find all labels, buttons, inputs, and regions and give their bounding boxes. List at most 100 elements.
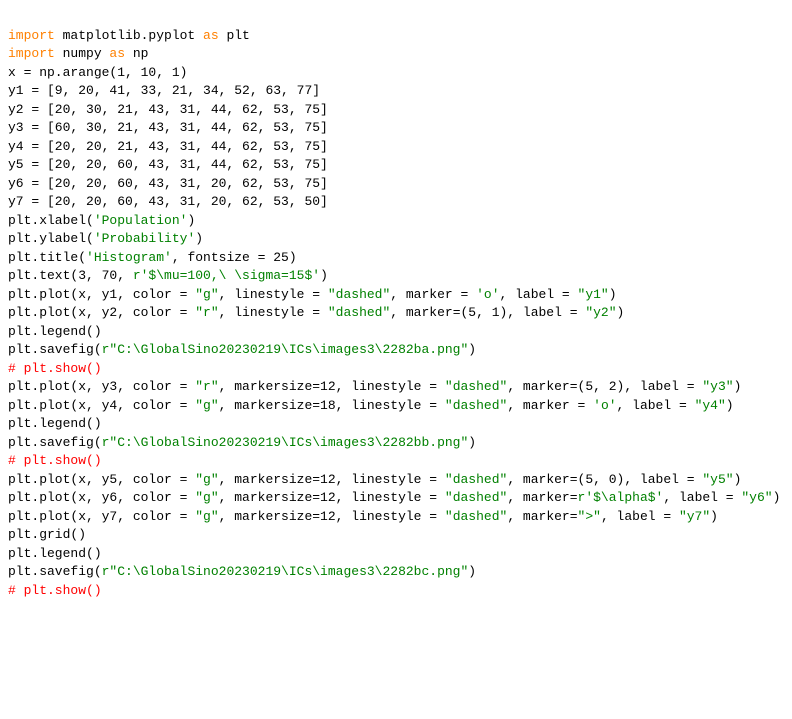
code-token: plt.text(3, 70, bbox=[8, 268, 133, 283]
code-token: "r" bbox=[195, 379, 218, 394]
code-line: y3 = [60, 30, 21, 43, 31, 44, 62, 53, 75… bbox=[8, 119, 784, 138]
code-token: r"C:\GlobalSino20230219\ICs\images3\2282… bbox=[102, 435, 469, 450]
code-token: , marker = bbox=[507, 398, 593, 413]
code-token: plt.legend() bbox=[8, 324, 102, 339]
code-line: x = np.arange(1, 10, 1) bbox=[8, 64, 784, 83]
code-line: y4 = [20, 20, 21, 43, 31, 44, 62, 53, 75… bbox=[8, 138, 784, 157]
code-token: plt.legend() bbox=[8, 416, 102, 431]
code-line: y2 = [20, 30, 21, 43, 31, 44, 62, 53, 75… bbox=[8, 101, 784, 120]
code-line: y5 = [20, 20, 60, 43, 31, 44, 62, 53, 75… bbox=[8, 156, 784, 175]
code-token: # plt.show() bbox=[8, 583, 102, 598]
code-line: plt.ylabel('Probability') bbox=[8, 230, 784, 249]
code-token: y3 = [60, 30, 21, 43, 31, 44, 62, 53, 75… bbox=[8, 120, 328, 135]
code-line: plt.plot(x, y1, color = "g", linestyle =… bbox=[8, 286, 784, 305]
code-line: plt.plot(x, y7, color = "g", markersize=… bbox=[8, 508, 784, 527]
code-token: ) bbox=[468, 435, 476, 450]
code-token: , linestyle = bbox=[219, 287, 328, 302]
code-line: # plt.show() bbox=[8, 452, 784, 471]
code-token: plt.savefig( bbox=[8, 342, 102, 357]
code-line: plt.plot(x, y4, color = "g", markersize=… bbox=[8, 397, 784, 416]
code-token: , marker = bbox=[390, 287, 476, 302]
code-token: plt.plot(x, y4, color = bbox=[8, 398, 195, 413]
code-token: "dashed" bbox=[445, 379, 507, 394]
code-token: ">" bbox=[578, 509, 601, 524]
code-token: , label = bbox=[500, 287, 578, 302]
code-token: , markersize=12, linestyle = bbox=[219, 490, 445, 505]
code-line: plt.plot(x, y2, color = "r", linestyle =… bbox=[8, 304, 784, 323]
code-line: plt.legend() bbox=[8, 415, 784, 434]
code-token: 'Population' bbox=[94, 213, 188, 228]
code-token: r'$\alpha$' bbox=[578, 490, 664, 505]
code-token: numpy bbox=[55, 46, 110, 61]
code-token: 'Probability' bbox=[94, 231, 195, 246]
code-token: plt.plot(x, y2, color = bbox=[8, 305, 195, 320]
code-line: plt.text(3, 70, r'$\mu=100,\ \sigma=15$'… bbox=[8, 267, 784, 286]
code-token: "y6" bbox=[741, 490, 772, 505]
code-token: "y3" bbox=[702, 379, 733, 394]
code-token: , fontsize = 25) bbox=[172, 250, 297, 265]
code-token: x = np.arange(1, 10, 1) bbox=[8, 65, 187, 80]
code-token: as bbox=[109, 46, 125, 61]
code-token: , label = bbox=[663, 490, 741, 505]
code-token: plt.savefig( bbox=[8, 435, 102, 450]
code-token: "dashed" bbox=[328, 287, 390, 302]
code-token: ) bbox=[609, 287, 617, 302]
code-token: "r" bbox=[195, 305, 218, 320]
code-token: "dashed" bbox=[445, 509, 507, 524]
code-token: , markersize=12, linestyle = bbox=[219, 509, 445, 524]
code-token: plt.ylabel( bbox=[8, 231, 94, 246]
code-token: , label = bbox=[601, 509, 679, 524]
code-line: plt.legend() bbox=[8, 545, 784, 564]
code-token: 'Histogram' bbox=[86, 250, 172, 265]
code-token: plt.grid() bbox=[8, 527, 86, 542]
code-line: plt.title('Histogram', fontsize = 25) bbox=[8, 249, 784, 268]
code-line: plt.plot(x, y6, color = "g", markersize=… bbox=[8, 489, 784, 508]
code-token: np bbox=[125, 46, 148, 61]
code-token: "y4" bbox=[695, 398, 726, 413]
code-line: y6 = [20, 20, 60, 43, 31, 20, 62, 53, 75… bbox=[8, 175, 784, 194]
code-token: ) bbox=[468, 342, 476, 357]
code-token: , linestyle = bbox=[219, 305, 328, 320]
code-token: , markersize=12, linestyle = bbox=[219, 472, 445, 487]
code-line: plt.savefig(r"C:\GlobalSino20230219\ICs\… bbox=[8, 563, 784, 582]
code-line: plt.savefig(r"C:\GlobalSino20230219\ICs\… bbox=[8, 341, 784, 360]
code-line: # plt.show() bbox=[8, 582, 784, 601]
code-token: , marker=(5, 2), label = bbox=[507, 379, 702, 394]
code-line: plt.plot(x, y5, color = "g", markersize=… bbox=[8, 471, 784, 490]
code-token: y5 = [20, 20, 60, 43, 31, 44, 62, 53, 75… bbox=[8, 157, 328, 172]
code-token: y6 = [20, 20, 60, 43, 31, 20, 62, 53, 75… bbox=[8, 176, 328, 191]
code-line: plt.xlabel('Population') bbox=[8, 212, 784, 231]
code-token: ) bbox=[734, 379, 742, 394]
code-token: "g" bbox=[195, 490, 218, 505]
code-token: , markersize=18, linestyle = bbox=[219, 398, 445, 413]
code-line: plt.grid() bbox=[8, 526, 784, 545]
code-token: "y1" bbox=[578, 287, 609, 302]
code-token: plt.savefig( bbox=[8, 564, 102, 579]
code-token: r'$\mu=100,\ \sigma=15$' bbox=[133, 268, 320, 283]
code-token: "g" bbox=[195, 472, 218, 487]
code-token: ) bbox=[734, 472, 742, 487]
code-token: "g" bbox=[195, 509, 218, 524]
code-token: plt.plot(x, y6, color = bbox=[8, 490, 195, 505]
code-token: "dashed" bbox=[328, 305, 390, 320]
python-code-block: import matplotlib.pyplot as pltimport nu… bbox=[8, 27, 784, 601]
code-token: as bbox=[203, 28, 219, 43]
code-token: ) bbox=[320, 268, 328, 283]
code-token: 'o' bbox=[593, 398, 616, 413]
code-token: "y7" bbox=[679, 509, 710, 524]
code-token: , label = bbox=[617, 398, 695, 413]
code-token: matplotlib.pyplot bbox=[55, 28, 203, 43]
code-token: , marker= bbox=[507, 490, 577, 505]
code-token: , marker=(5, 1), label = bbox=[390, 305, 585, 320]
code-token: y4 = [20, 20, 21, 43, 31, 44, 62, 53, 75… bbox=[8, 139, 328, 154]
code-token: plt.plot(x, y1, color = bbox=[8, 287, 195, 302]
code-token: "y5" bbox=[702, 472, 733, 487]
code-token: "dashed" bbox=[445, 472, 507, 487]
code-token: ) bbox=[468, 564, 476, 579]
code-line: y1 = [9, 20, 41, 33, 21, 34, 52, 63, 77] bbox=[8, 82, 784, 101]
code-token: import bbox=[8, 28, 55, 43]
code-token: ) bbox=[617, 305, 625, 320]
code-line: import matplotlib.pyplot as plt bbox=[8, 27, 784, 46]
code-token: , markersize=12, linestyle = bbox=[219, 379, 445, 394]
code-line: y7 = [20, 20, 60, 43, 31, 20, 62, 53, 50… bbox=[8, 193, 784, 212]
